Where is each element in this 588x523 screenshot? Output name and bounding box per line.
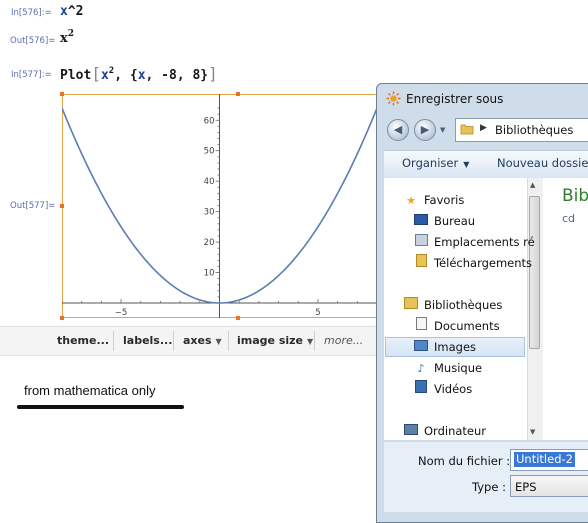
new-folder-button[interactable]: Nouveau dossier [497,156,588,170]
y-tick-label: 20 [204,238,215,248]
breadcrumb-chevron-icon: ▶ [480,123,487,133]
toolbar-separator [173,331,174,351]
y-tick-label: 50 [204,147,215,157]
back-arrow-icon: ◀ [393,123,403,136]
output-label-577: Out[577]= [10,201,56,211]
range-values: , -8, 8} [145,68,209,83]
nav-label: Emplacements ré [434,235,535,249]
toolbar-separator [314,331,315,351]
nav-item-musique[interactable]: ♪ Musique [414,358,482,378]
star-icon: ★ [406,194,416,207]
y-tick-label: 10 [204,269,215,279]
back-button[interactable]: ◀ [387,119,409,141]
nav-item-bibliotheques[interactable]: Bibliothèques [404,295,502,315]
recent-places-icon [414,233,428,253]
plot-exponent: 2 [108,66,115,76]
nav-label: Favoris [424,193,465,207]
desktop-icon [414,212,428,232]
output-exponent: 2 [67,29,75,39]
scroll-up-arrow-icon[interactable]: ▲ [530,181,535,189]
organize-label: Organiser [402,156,459,170]
breadcrumb-libraries[interactable]: Bibliothèques [495,123,573,137]
axes-label: axes [183,334,212,347]
input-label-576: In[576]:= [11,8,52,18]
toolbar-separator [113,331,114,351]
nav-label: Documents [434,319,500,333]
output-cell-576: x2 [60,29,75,46]
nav-item-images[interactable]: Images [414,337,476,357]
downloads-icon [414,254,428,274]
filetype-label: Type : [472,480,506,494]
nav-label: Images [434,340,477,354]
image-size-label: image size [237,334,303,347]
nav-label: Ordinateur [424,424,487,438]
dialog-title: Enregistrer sous [406,92,504,106]
annotation-note: from mathematica only [24,383,156,398]
y-tick-label: 30 [204,208,215,218]
nav-item-favoris[interactable]: ★ Favoris [404,190,464,210]
videos-icon [414,380,428,400]
nav-label: Bibliothèques [424,298,503,312]
nav-label: Vidéos [434,382,473,396]
range-open: , { [114,68,138,83]
forward-button[interactable]: ▶ [414,119,436,141]
filetype-value: EPS [515,480,537,494]
folder-icon [460,124,474,135]
nav-label: Téléchargements [434,256,533,270]
more-button[interactable]: more... [324,327,363,355]
music-icon: ♪ [417,362,425,375]
nav-item-bureau[interactable]: Bureau [414,211,475,231]
x-tick-label: 5 [315,308,320,318]
toolbar-separator [228,331,229,351]
content-subtitle: cd [562,212,576,225]
open-bracket: [ [91,64,101,83]
scroll-down-arrow-icon[interactable]: ▼ [530,428,535,436]
app-sun-icon [386,91,401,106]
input-cell-577[interactable]: Plot[x2, {x, -8, 8}] [60,64,218,83]
annotation-underline [17,405,184,409]
theme-button[interactable]: theme... [57,327,109,355]
input-operator: ^2 [67,4,84,19]
output-label-576: Out[576]= [10,36,56,46]
nav-label: Bureau [434,214,476,228]
organize-button[interactable]: Organiser ▼ [402,156,469,170]
nav-item-documents[interactable]: Documents [414,316,500,336]
close-bracket: ] [208,64,218,83]
input-variable: x [60,4,68,19]
nav-item-telechargements[interactable]: Téléchargements [414,253,532,273]
axes-menu[interactable]: axes ▼ [183,327,222,355]
filename-label: Nom du fichier : [418,454,511,468]
nav-item-videos[interactable]: Vidéos [414,379,472,399]
libraries-icon [404,296,418,316]
plot-x-squared: −5 5 10 20 30 40 50 60 [62,94,377,318]
documents-icon [414,317,428,337]
input-label-577: In[577]:= [11,70,52,80]
filename-value: Untitled-2 [514,452,575,467]
plot-variable: x [100,68,109,83]
dropdown-arrow-icon: ▼ [307,337,314,346]
range-variable: x [137,68,146,83]
computer-icon [404,422,418,442]
labels-button[interactable]: labels... [123,327,172,355]
dropdown-arrow-icon: ▼ [215,337,222,346]
forward-arrow-icon: ▶ [420,123,430,136]
nav-item-emplacements[interactable]: Emplacements ré [414,232,535,252]
y-tick-label: 60 [204,116,215,126]
y-tick-label: 40 [204,177,215,187]
input-cell-576[interactable]: x^2 [60,4,83,19]
output-base: x [60,31,68,46]
recent-locations-arrow-icon[interactable]: ▼ [440,126,445,134]
nav-item-ordinateur[interactable]: Ordinateur [404,421,486,441]
dropdown-arrow-icon: ▼ [463,160,470,169]
x-tick-label: −5 [115,308,128,318]
plot-function: Plot [60,68,92,83]
content-title: Bib [562,186,588,206]
nav-label: Musique [434,361,483,375]
images-icon [414,338,428,358]
image-size-menu[interactable]: image size ▼ [237,327,313,355]
